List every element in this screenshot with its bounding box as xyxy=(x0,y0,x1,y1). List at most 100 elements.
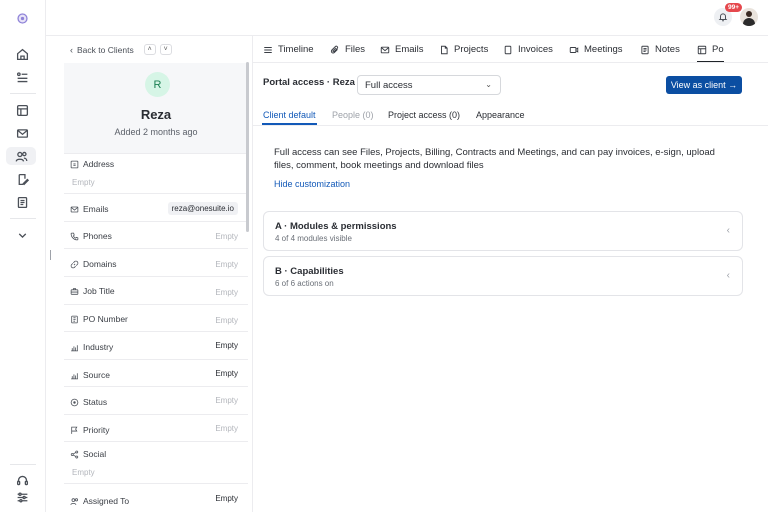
section-subtitle: 6 of 6 actions on xyxy=(275,279,334,288)
next-client-button[interactable]: ˅ xyxy=(159,44,172,55)
tab-portal[interactable]: Po xyxy=(697,44,724,62)
tab-files[interactable]: Files xyxy=(330,44,365,55)
calendar-icon[interactable] xyxy=(13,101,31,119)
status-circle-icon xyxy=(70,398,79,406)
resize-handle[interactable] xyxy=(50,250,51,260)
portal-access-label: Portal access · Reza xyxy=(263,77,355,88)
tasks-icon[interactable] xyxy=(13,68,31,86)
chart-bar-icon xyxy=(71,372,78,379)
field-label: Domains xyxy=(83,259,117,269)
timeline-icon xyxy=(264,46,272,53)
access-level-select[interactable]: Full access ⌄ xyxy=(357,75,501,95)
field-value: Empty xyxy=(72,178,95,187)
tab-invoices[interactable]: Invoices xyxy=(503,44,553,55)
client-sidebar: ‹ Back to Clients ˄ ˅ R Reza Added 2 mon… xyxy=(60,36,250,512)
field-label: Assigned To xyxy=(83,496,130,506)
tab-label: Notes xyxy=(655,44,680,55)
receipt-icon xyxy=(71,315,78,323)
share-icon xyxy=(70,450,79,458)
client-name: Reza xyxy=(140,107,172,122)
tab-label: Projects xyxy=(454,44,489,55)
tab-timeline[interactable]: Timeline xyxy=(263,44,314,55)
field-address[interactable]: Address Empty xyxy=(64,153,248,193)
tab-emails[interactable]: Emails xyxy=(380,44,424,55)
documents-icon[interactable] xyxy=(13,193,31,211)
view-as-client-button[interactable]: View as client → xyxy=(666,76,742,94)
client-added-date: Added 2 months ago xyxy=(114,127,198,137)
address-icon xyxy=(70,160,79,168)
field-value: Empty xyxy=(215,232,238,241)
portal-icon xyxy=(697,45,707,54)
email-chip[interactable]: reza@onesuite.io xyxy=(167,202,238,215)
portal-access-row: Portal access · Reza xyxy=(263,77,355,88)
link-icon xyxy=(70,260,79,268)
mail-icon[interactable] xyxy=(13,124,31,142)
tab-meetings[interactable]: Meetings xyxy=(569,44,623,55)
field-source[interactable]: Source Empty xyxy=(64,359,248,386)
chevron-left-icon: ‹ xyxy=(70,44,73,55)
field-po-number[interactable]: PO Number Empty xyxy=(64,304,248,331)
subtab-people[interactable]: People (0) xyxy=(332,110,374,120)
users-icon xyxy=(70,497,78,505)
field-job-title[interactable]: Job Title Empty xyxy=(64,276,248,304)
subtab-appearance[interactable]: Appearance xyxy=(476,110,525,120)
section-modules-permissions[interactable]: A · Modules & permissions 4 of 4 modules… xyxy=(263,211,743,251)
contracts-icon[interactable] xyxy=(13,170,31,188)
back-to-clients-link[interactable]: ‹ Back to Clients ˄ ˅ xyxy=(70,44,172,55)
nav-rail xyxy=(0,0,46,512)
section-capabilities[interactable]: B · Capabilities 6 of 6 actions on ‹ xyxy=(263,256,743,296)
tab-label: Files xyxy=(345,44,366,55)
field-value: Empty xyxy=(215,369,238,378)
field-phones[interactable]: Phones Empty xyxy=(64,221,248,248)
tab-projects[interactable]: Projects xyxy=(439,44,488,55)
logo-icon[interactable] xyxy=(13,9,31,27)
top-bar: 99+ xyxy=(46,0,768,36)
paperclip-icon xyxy=(330,45,339,53)
previous-client-button[interactable]: ˄ xyxy=(143,44,156,55)
mail-icon xyxy=(380,46,390,53)
chevron-down-icon: ⌄ xyxy=(485,80,492,89)
flag-icon xyxy=(71,426,78,434)
field-value: Empty xyxy=(215,288,238,297)
field-value: Empty xyxy=(215,260,238,269)
field-value: Empty xyxy=(215,341,238,350)
field-label: Industry xyxy=(83,342,114,352)
user-avatar[interactable] xyxy=(740,8,758,26)
access-summary-box: Full access can see Files, Projects, Bil… xyxy=(263,136,743,202)
tab-label: Timeline xyxy=(278,44,314,55)
hide-customization-link[interactable]: Hide customization xyxy=(274,179,350,189)
subtab-client-default[interactable]: Client default xyxy=(262,110,317,125)
access-summary-text: Full access can see Files, Projects, Bil… xyxy=(274,147,715,171)
clients-icon[interactable] xyxy=(6,147,36,165)
notification-badge: 99+ xyxy=(724,3,742,12)
video-icon xyxy=(569,46,579,53)
client-avatar: R xyxy=(145,72,170,97)
field-emails[interactable]: Emails reza@onesuite.io xyxy=(64,193,248,221)
chevron-left-icon: ‹ xyxy=(726,270,730,281)
field-social[interactable]: Social Empty xyxy=(64,441,248,483)
access-level-value: Full access xyxy=(365,79,413,91)
client-tabs: Timeline Files Emails Projects Invoices … xyxy=(253,36,768,63)
field-label: Source xyxy=(83,370,110,380)
field-priority[interactable]: Priority Empty xyxy=(64,414,248,441)
field-domains[interactable]: Domains Empty xyxy=(64,248,248,276)
support-icon[interactable] xyxy=(13,471,31,489)
tab-notes[interactable]: Notes xyxy=(640,44,680,55)
notes-icon xyxy=(641,45,649,54)
tab-label: Emails xyxy=(395,44,424,55)
field-value: Empty xyxy=(215,316,238,325)
field-label: Status xyxy=(83,397,108,407)
sidebar-scrollbar[interactable] xyxy=(246,62,249,232)
field-value: Empty xyxy=(215,396,238,405)
field-status[interactable]: Status Empty xyxy=(64,386,248,414)
home-icon[interactable] xyxy=(13,45,31,63)
settings-icon[interactable] xyxy=(13,488,31,506)
subtab-project-access[interactable]: Project access (0) xyxy=(388,110,460,120)
chevron-down-icon[interactable] xyxy=(13,226,31,244)
tab-label: Po xyxy=(712,44,724,55)
field-label: PO Number xyxy=(83,314,128,324)
main-panel: Timeline Files Emails Projects Invoices … xyxy=(252,36,768,512)
field-assigned-to[interactable]: Assigned To Empty xyxy=(64,483,248,512)
field-label: Job Title xyxy=(83,286,115,296)
field-industry[interactable]: Industry Empty xyxy=(64,331,248,359)
